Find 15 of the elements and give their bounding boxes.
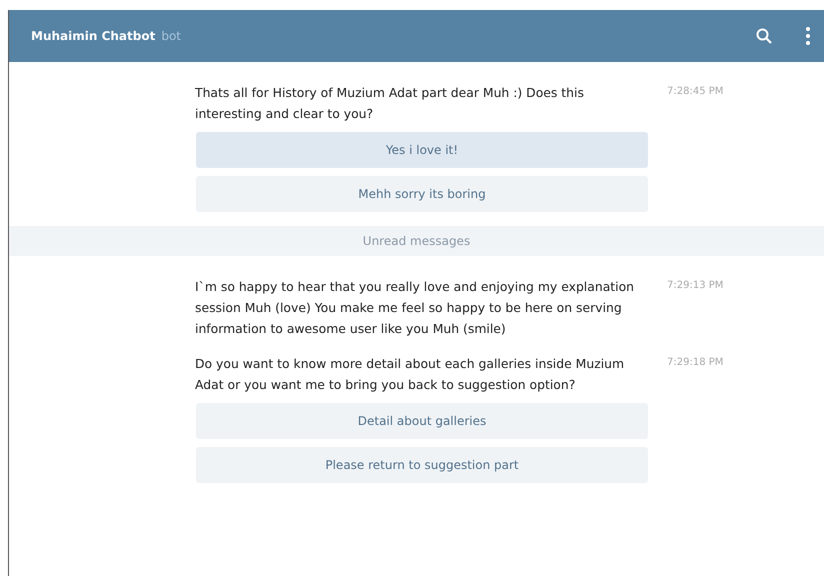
reply-option-button[interactable]: Mehh sorry its boring <box>196 176 648 212</box>
message-text: I`m so happy to hear that you really love and enjoying my explanation session Muh (love) You make me feel so happy to be here on serving information to awesome user like you Muh (smile) <box>195 278 635 338</box>
reply-option-button[interactable]: Please return to suggestion part <box>196 447 648 483</box>
menu-icon[interactable] <box>806 27 810 45</box>
message-text: Thats all for History of Muzium Adat part dear Muh :) Does this interesting and clear to you? <box>195 84 585 123</box>
reply-option-button[interactable]: Yes i love it! <box>196 132 648 168</box>
reply-option-button[interactable]: Detail about galleries <box>196 403 648 439</box>
chat-subtitle: bot <box>161 29 182 43</box>
message-time: 7:29:18 PM <box>667 356 724 370</box>
message-time: 7:28:45 PM <box>667 85 724 99</box>
chat-title: Muhaimin Chatbot <box>31 29 156 43</box>
unread-label: Unread messages <box>362 234 470 248</box>
search-icon[interactable] <box>756 28 772 44</box>
message-text: Do you want to know more detail about each galleries inside Muzium Adat or you want me to bring you back to suggestion option? <box>195 355 626 394</box>
message-time: 7:29:13 PM <box>667 279 724 293</box>
